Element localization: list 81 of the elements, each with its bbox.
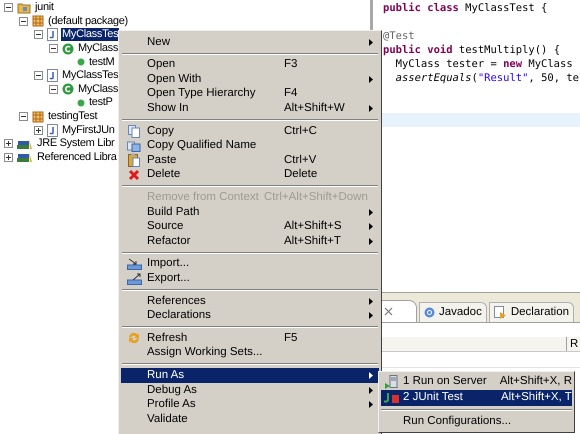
menu-item[interactable]: Declarations: [121, 308, 379, 324]
package-icon: [32, 110, 44, 123]
tree-item[interactable]: MyFirstJUn: [61, 124, 116, 137]
collapse-icon[interactable]: [34, 30, 43, 40]
delete-icon: [128, 169, 140, 182]
collapse-icon[interactable]: [49, 84, 58, 94]
export-icon: [126, 272, 142, 285]
copy-icon: [127, 140, 141, 152]
menu-item[interactable]: Delete Delete: [121, 168, 379, 182]
menu-item[interactable]: 2 JUnit Test Alt+Shift+X, T: [381, 390, 572, 406]
code-line: @Test: [383, 30, 415, 42]
submenu-arrow-icon: [369, 76, 373, 83]
code-line: MyClass tester = new MyClass: [394, 58, 573, 70]
menu-item[interactable]: Import...: [121, 256, 379, 272]
library-icon: [17, 138, 33, 150]
tree-item[interactable]: testingTest: [47, 110, 98, 124]
library-icon: [17, 151, 33, 164]
java-file-icon: [47, 28, 58, 42]
refresh-icon: [127, 331, 141, 346]
declaration-icon: [494, 306, 507, 319]
menu-item[interactable]: Refactor Alt+Shift+T: [121, 234, 379, 249]
copy-icon: [128, 124, 140, 138]
menu-item[interactable]: Show In Alt+Shift+W: [121, 101, 379, 116]
class-icon: [62, 83, 74, 96]
collapse-icon[interactable]: [19, 112, 28, 122]
menu-item[interactable]: Copy Ctrl+C: [121, 124, 379, 139]
menu-item[interactable]: Copy Qualified Name: [121, 138, 379, 154]
java-file-icon: [47, 124, 58, 137]
tree-item[interactable]: MyClassTes: [61, 69, 120, 82]
menu-item[interactable]: Validate: [121, 412, 379, 427]
submenu-arrow-icon: [369, 105, 373, 112]
menu-item[interactable]: Assign Working Sets...: [121, 346, 379, 360]
tree-item[interactable]: MyClass: [77, 42, 120, 56]
menu-item[interactable]: 1 Run on Server Alt+Shift+X, R: [381, 374, 572, 390]
expand-icon[interactable]: [4, 139, 13, 148]
menu-item[interactable]: Build Path: [121, 204, 379, 220]
clipboard-icon: [128, 153, 140, 168]
import-icon: [126, 258, 142, 270]
server-icon: [385, 375, 399, 389]
tree-item[interactable]: testP: [88, 96, 114, 110]
expand-icon[interactable]: [4, 152, 13, 162]
code-line: public void testMultiply() {: [383, 44, 560, 56]
tree-item[interactable]: MyClassTes: [61, 28, 120, 42]
method-icon: [77, 98, 85, 107]
submenu-arrow-icon: [369, 38, 373, 46]
junit-icon: [384, 392, 400, 404]
package-icon: [32, 15, 44, 28]
menu-item[interactable]: Debug As: [121, 382, 379, 398]
class-icon: [62, 42, 74, 55]
tree-item[interactable]: JRE System Libr: [36, 137, 116, 150]
expand-icon[interactable]: [34, 126, 43, 135]
tree-item[interactable]: MyClass: [77, 82, 120, 96]
tree-item[interactable]: testM: [88, 56, 116, 69]
menu-item[interactable]: Open Type Hierarchy F4: [121, 86, 379, 102]
menu-item[interactable]: Run Configurations...: [381, 414, 572, 430]
method-icon: [77, 58, 85, 66]
menu-item[interactable]: Open With: [121, 72, 379, 87]
tree-item[interactable]: junit: [34, 1, 55, 14]
collapse-icon[interactable]: [34, 71, 43, 80]
column-header[interactable]: R: [567, 337, 580, 351]
menu-item[interactable]: Refresh F5: [121, 331, 379, 346]
view-tab[interactable]: Declaration: [488, 302, 574, 322]
menu-item[interactable]: Export...: [121, 271, 379, 286]
code-line: public class MyClassTest {: [383, 2, 548, 14]
menu-item[interactable]: Profile As: [121, 397, 379, 412]
collapse-icon[interactable]: [4, 3, 13, 12]
folder-icon: [17, 2, 31, 14]
menu-item[interactable]: Open F3: [121, 58, 379, 72]
view-tab[interactable]: Javadoc: [419, 302, 487, 322]
menu-item[interactable]: Paste Ctrl+V: [121, 153, 379, 168]
collapse-icon[interactable]: [49, 44, 58, 54]
code-line: assertEquals("Result", 50, te: [394, 72, 579, 84]
menu-item[interactable]: New: [121, 35, 379, 50]
tree-item[interactable]: (default package): [47, 14, 129, 28]
menu-item[interactable]: Source Alt+Shift+S: [121, 220, 379, 234]
menu-item[interactable]: Run As: [121, 368, 379, 383]
menu-item[interactable]: References: [121, 294, 379, 308]
java-file-icon: [47, 69, 58, 82]
collapse-icon[interactable]: [19, 16, 28, 26]
tree-item[interactable]: Referenced Libra: [36, 150, 118, 164]
close-icon[interactable]: [384, 307, 393, 316]
